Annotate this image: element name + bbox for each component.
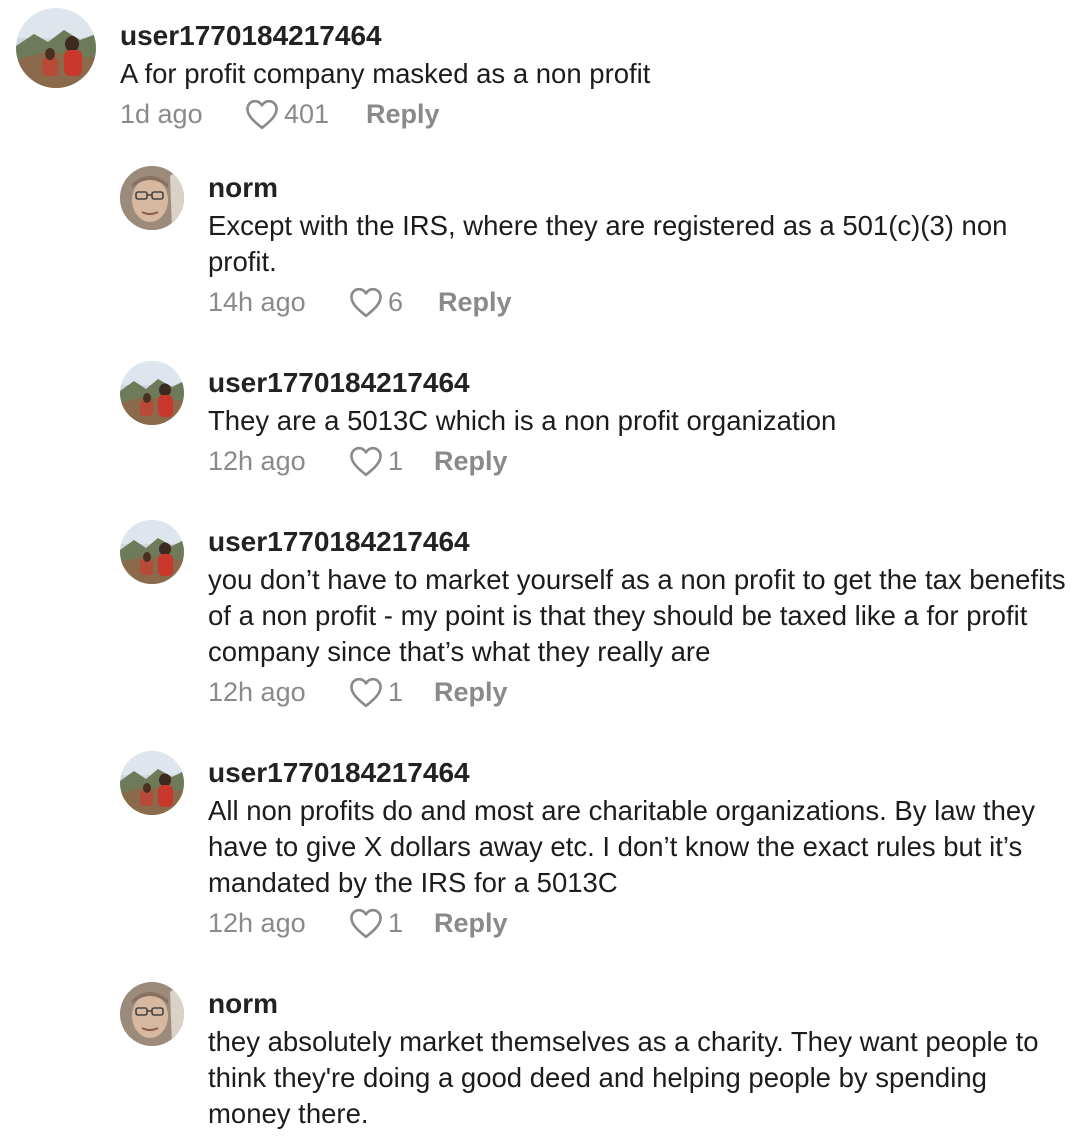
comment-text: All non profits do and most are charitab…	[208, 795, 1035, 898]
username[interactable]: user1770184217464	[208, 526, 1070, 558]
like-count: 6	[388, 286, 404, 317]
reply-button[interactable]: Reply	[366, 99, 440, 130]
comment-meta: 12h ago 1 Reply	[208, 903, 1070, 943]
comment-meta: 12h ago 1 Reply	[208, 672, 1070, 712]
like-button[interactable]: 1	[348, 445, 434, 477]
comment-meta: 14h ago 6 Reply	[208, 282, 1070, 322]
avatar[interactable]	[120, 361, 184, 425]
comment-text: Except with the IRS, where they are regi…	[208, 210, 1008, 277]
like-count: 1	[388, 907, 404, 938]
username[interactable]: user1770184217464	[208, 757, 1070, 789]
comment-text: A for profit company masked as a non pro…	[120, 58, 651, 89]
avatar[interactable]	[120, 751, 184, 815]
timestamp: 12h ago	[208, 445, 306, 476]
avatar[interactable]	[120, 982, 184, 1046]
like-button[interactable]: 6	[348, 286, 438, 318]
comment-text: you don’t have to market yourself as a n…	[208, 564, 1066, 667]
avatar[interactable]	[120, 166, 184, 230]
reply-button[interactable]: Reply	[438, 287, 512, 318]
username[interactable]: norm	[208, 172, 1070, 204]
comment-text: They are a 5013C which is a non profit o…	[208, 405, 837, 436]
like-count: 1	[388, 676, 404, 707]
comment-meta: 12h ago 1 Reply	[208, 441, 1070, 481]
timestamp: 12h ago	[208, 676, 306, 707]
comment-meta: 1d ago 401 Reply	[120, 94, 1090, 134]
avatar[interactable]	[120, 520, 184, 584]
like-button[interactable]: 1	[348, 907, 434, 939]
heart-icon[interactable]	[348, 445, 384, 477]
like-button[interactable]: 401	[244, 98, 366, 130]
timestamp: 1d ago	[120, 98, 203, 129]
heart-icon[interactable]	[244, 98, 280, 130]
heart-icon[interactable]	[348, 676, 384, 708]
like-count: 401	[284, 98, 330, 129]
username[interactable]: user1770184217464	[208, 367, 1070, 399]
username[interactable]: user1770184217464	[120, 20, 1090, 52]
like-button[interactable]: 1	[348, 676, 434, 708]
reply-button[interactable]: Reply	[434, 908, 508, 939]
reply-button[interactable]: Reply	[434, 446, 508, 477]
heart-icon[interactable]	[348, 907, 384, 939]
timestamp: 12h ago	[208, 907, 306, 938]
reply-button[interactable]: Reply	[434, 677, 508, 708]
username[interactable]: norm	[208, 988, 1070, 1020]
comment-text: they absolutely market themselves as a c…	[208, 1026, 1039, 1129]
like-count: 1	[388, 445, 404, 476]
timestamp: 14h ago	[208, 286, 306, 317]
heart-icon[interactable]	[348, 286, 384, 318]
avatar[interactable]	[16, 8, 96, 88]
